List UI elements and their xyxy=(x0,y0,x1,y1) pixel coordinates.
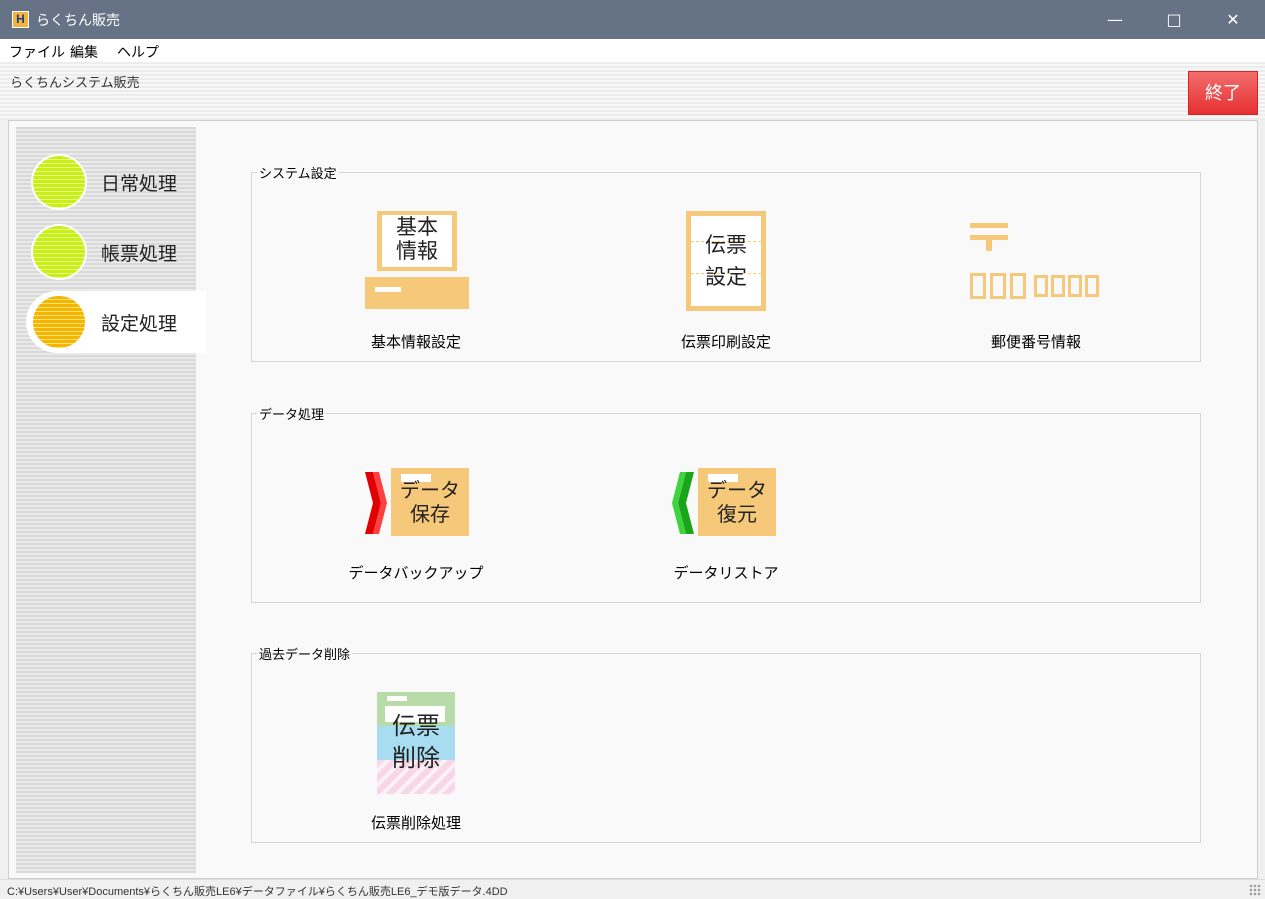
group-title: データ処理 xyxy=(257,404,327,423)
icon-text: 保存 xyxy=(410,502,450,526)
status-bar: C:¥Users¥User¥Documents¥らくちん販売LE6¥データファイ… xyxy=(0,879,1265,899)
tile-postal-code[interactable]: 郵便番号情報 xyxy=(956,203,1116,353)
group-title: 過去データ削除 xyxy=(257,644,353,663)
tile-label: 伝票削除処理 xyxy=(370,814,461,832)
title-bar: H らくちん販売 — □ ✕ xyxy=(0,0,1265,39)
icon-text: 復元 xyxy=(717,502,757,526)
tile-slip-delete[interactable]: 伝票 削除 伝票削除処理 xyxy=(336,684,496,834)
green-circle-icon xyxy=(31,154,87,210)
tile-label: 伝票印刷設定 xyxy=(680,333,771,351)
tile-label: 郵便番号情報 xyxy=(990,333,1081,351)
icon-text: 基本 xyxy=(396,215,438,239)
menu-file[interactable]: ファイル xyxy=(9,42,65,62)
group-data-processing: データ処理 データ 保存 データバックアップ データ 復元 データリストア xyxy=(251,404,1201,603)
basic-info-icon: 基本 情報 xyxy=(365,211,469,311)
tile-basic-info[interactable]: 基本 情報 基本情報設定 xyxy=(336,203,496,353)
slip-delete-icon: 伝票 削除 xyxy=(377,692,455,794)
data-backup-icon: データ 保存 xyxy=(365,468,471,538)
window-title: らくちん販売 xyxy=(36,13,120,29)
orange-circle-icon xyxy=(31,294,87,350)
minimize-button[interactable]: — xyxy=(1092,0,1138,39)
group-delete-past-data: 過去データ削除 伝票 削除 伝票削除処理 xyxy=(251,644,1201,843)
header-title: らくちんシステム販売 xyxy=(10,76,140,91)
header-strip: らくちんシステム販売 終了 xyxy=(0,62,1265,120)
close-button[interactable]: ✕ xyxy=(1210,0,1256,39)
slip-setting-icon: 伝票 設定 xyxy=(686,211,766,311)
group-title: システム設定 xyxy=(257,163,339,182)
sidebar-item-reports[interactable]: 帳票処理 xyxy=(26,221,206,283)
icon-text: 情報 xyxy=(396,239,438,264)
tile-data-restore[interactable]: データ 復元 データリストア xyxy=(646,444,806,594)
exit-button[interactable]: 終了 xyxy=(1188,71,1258,115)
group-system-settings: システム設定 基本 情報 基本情報設定 伝票 設定 伝票印刷設定 郵便番号情報 xyxy=(251,163,1201,362)
tile-label: データリストア xyxy=(673,564,779,582)
data-restore-icon: データ 復元 xyxy=(672,468,778,538)
postal-code-icon xyxy=(970,223,1102,303)
sidebar: 日常処理 帳票処理 設定処理 xyxy=(16,127,206,873)
green-arrow-icon xyxy=(672,472,694,534)
icon-text: データ xyxy=(400,478,460,502)
tile-label: データバックアップ xyxy=(348,564,484,582)
sidebar-item-daily[interactable]: 日常処理 xyxy=(26,151,206,213)
app-icon: H xyxy=(12,11,29,28)
tile-label: 基本情報設定 xyxy=(370,333,461,351)
sidebar-item-settings[interactable]: 設定処理 xyxy=(26,291,206,353)
status-path: C:¥Users¥User¥Documents¥らくちん販売LE6¥データファイ… xyxy=(7,886,508,898)
sidebar-item-label: 日常処理 xyxy=(101,173,178,195)
icon-text: 削除 xyxy=(392,744,440,772)
menu-help[interactable]: ヘルプ xyxy=(117,42,159,62)
sidebar-item-label: 帳票処理 xyxy=(101,243,178,265)
red-arrow-icon xyxy=(365,472,387,534)
resize-grip-icon[interactable] xyxy=(1249,884,1261,896)
icon-text: データ xyxy=(707,478,767,502)
menu-bar: ファイル 編集 ヘルプ xyxy=(0,39,1265,62)
icon-text: 伝票 xyxy=(705,233,747,257)
green-circle-icon xyxy=(31,224,87,280)
tile-data-backup[interactable]: データ 保存 データバックアップ xyxy=(336,444,496,594)
maximize-button[interactable]: □ xyxy=(1151,0,1197,39)
tile-slip-print-settings[interactable]: 伝票 設定 伝票印刷設定 xyxy=(646,203,806,353)
icon-text: 設定 xyxy=(705,265,747,289)
sidebar-item-label: 設定処理 xyxy=(101,313,178,335)
menu-edit[interactable]: 編集 xyxy=(70,42,98,62)
icon-text: 伝票 xyxy=(392,712,440,740)
